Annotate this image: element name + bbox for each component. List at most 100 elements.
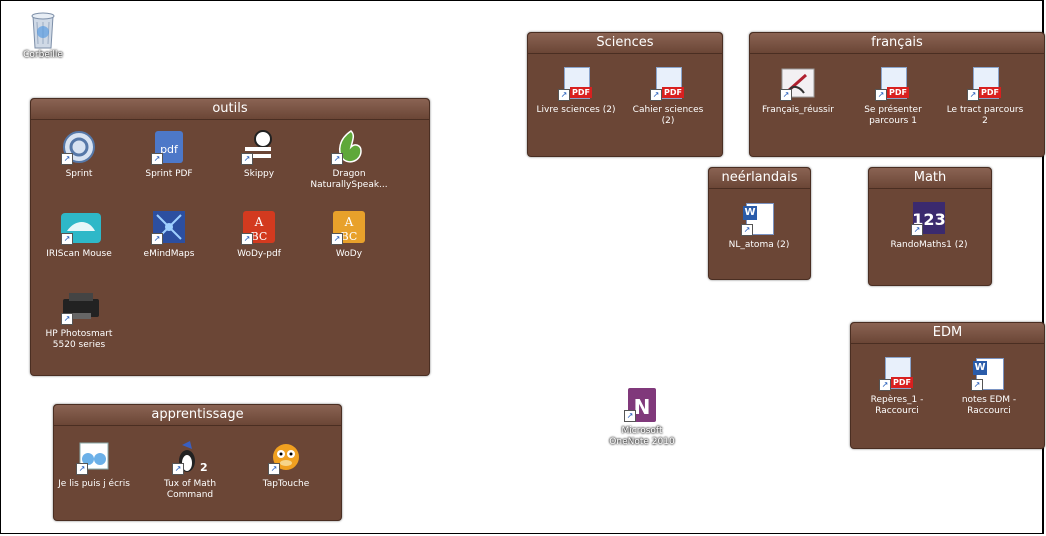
recycle-bin-label: Corbeille [23,50,63,60]
shortcut-label: Sprint PDF [145,169,193,179]
shortcut-cahier-sciences[interactable]: PDF ↗ Cahier sciences (2) [628,65,708,127]
fence-title-edm: EDM [851,323,1044,344]
shortcut-label: Tux of Math Command [163,479,217,500]
shortcut-sprint-pdf[interactable]: pdf ↗ Sprint PDF [129,129,209,180]
wody-pdf-icon: A BC ↗ [241,209,277,245]
shortcut-label: NL_atoma (2) [728,240,790,250]
shortcut-label: Sprint [65,169,93,179]
shortcut-livre-sciences[interactable]: PDF ↗ Livre sciences (2) [536,65,616,116]
shortcut-arrow-icon: ↗ [61,153,73,165]
shortcut-le-tract[interactable]: PDF ↗ Le tract parcours 2 [945,65,1025,127]
fence-title-francais: français [750,33,1044,54]
shortcut-randomaths[interactable]: 123 ↗ RandoMaths1 (2) [889,200,969,251]
shortcut-se-presenter[interactable]: PDF ↗ Se présenter parcours 1 [853,65,933,127]
shortcut-iriscan-mouse[interactable]: ↗ IRIScan Mouse [39,209,119,260]
shortcut-sprint[interactable]: ↗ Sprint [39,129,119,180]
shortcut-wody[interactable]: A BC ↗ WoDy [309,209,389,260]
emindmaps-icon: ↗ [151,209,187,245]
fence-sciences: Sciences PDF ↗ Livre sciences (2) PDF ↗ … [527,32,723,157]
pdf-file-icon: PDF ↗ [879,355,915,391]
shortcut-label: Cahier sciences (2) [632,105,704,126]
shortcut-arrow-icon: ↗ [911,224,923,236]
shortcut-emindmaps[interactable]: ↗ eMindMaps [129,209,209,260]
shortcut-francais-reussir[interactable]: ↗ Français_réussir [758,65,838,116]
numbers-123-icon: 123 ↗ [911,200,947,236]
shortcut-label: Repères_1 - Raccourci [870,395,924,416]
shortcut-label: Livre sciences (2) [536,105,616,115]
shortcut-arrow-icon: ↗ [241,153,253,165]
shortcut-arrow-icon: ↗ [268,463,280,475]
shortcut-arrow-icon: ↗ [558,89,570,101]
fence-apprentissage: apprentissage ↗ Je lis puis j écris 2 ↗ … [53,404,342,521]
shortcut-tux-math[interactable]: 2 ↗ Tux of Math Command [150,439,230,501]
shortcut-arrow-icon: ↗ [780,89,792,101]
fence-title-neerlandais: neérlandais [709,168,810,189]
fence-francais: français ↗ Français_réussir PDF ↗ Se pré… [749,32,1045,157]
shortcut-arrow-icon: ↗ [650,89,662,101]
fence-title-apprentissage: apprentissage [54,405,341,426]
shortcut-label: WoDy [335,249,363,259]
shortcut-reperes[interactable]: PDF ↗ Repères_1 - Raccourci [857,355,937,417]
fence-title-math: Math [869,168,991,189]
sprint-icon: ↗ [61,129,97,165]
shortcut-label: Dragon NaturallySpeak... [310,169,388,190]
shortcut-label: Je lis puis j écris [58,479,130,489]
shortcut-wody-pdf[interactable]: A BC ↗ WoDy-pdf [219,209,299,260]
wody-icon: A BC ↗ [331,209,367,245]
shortcut-arrow-icon: ↗ [331,153,343,165]
fence-neerlandais: neérlandais W ↗ NL_atoma (2) [708,167,811,280]
svg-text:BC: BC [341,230,358,243]
shortcut-taptouche[interactable]: ↗ TapTouche [246,439,326,490]
pdf-file-icon: PDF ↗ [650,65,686,101]
shortcut-dragon[interactable]: ↗ Dragon NaturallySpeak... [309,129,389,191]
recycle-bin-icon [25,10,61,49]
word-file-icon: W ↗ [741,200,777,236]
word-file-icon: W ↗ [971,355,1007,391]
iriscan-mouse-icon: ↗ [61,209,101,245]
shortcut-arrow-icon: ↗ [172,463,184,475]
shortcut-label: Le tract parcours 2 [946,105,1024,126]
shortcut-label: TapTouche [262,479,310,489]
pdf-file-icon: PDF ↗ [875,65,911,101]
shortcut-arrow-icon: ↗ [151,153,163,165]
shortcut-arrow-icon: ↗ [624,410,636,422]
shortcut-label: HP Photosmart 5520 series [45,329,113,350]
svg-text:A: A [254,215,264,229]
reading-glasses-icon: ↗ [76,439,112,475]
shortcut-label: Français_réussir [762,105,834,115]
shortcut-arrow-icon: ↗ [331,233,343,245]
fence-title-outils: outils [31,99,429,120]
shortcut-label: WoDy-pdf [237,249,281,259]
shortcut-arrow-icon: ↗ [241,233,253,245]
shortcut-arrow-icon: ↗ [967,89,979,101]
shortcut-label: eMindMaps [143,249,195,259]
onenote-shortcut[interactable]: N ↗ Microsoft OneNote 2010 [602,386,682,448]
garfield-icon: ↗ [268,439,304,475]
shortcut-arrow-icon: ↗ [741,224,753,236]
shortcut-arrow-icon: ↗ [151,233,163,245]
fence-title-sciences: Sciences [528,33,722,54]
svg-text:2: 2 [200,461,208,474]
fence-math: Math 123 ↗ RandoMaths1 (2) [868,167,992,286]
shortcut-label: notes EDM - Raccourci [961,395,1017,416]
sprint-pdf-icon: pdf ↗ [151,129,187,165]
shortcut-arrow-icon: ↗ [971,379,983,391]
writing-hand-icon: ↗ [780,65,816,101]
printer-icon: ↗ [61,289,99,325]
shortcut-skippy[interactable]: ↗ Skippy [219,129,299,180]
shortcut-label: RandoMaths1 (2) [890,240,968,250]
shortcut-label: Skippy [243,169,275,179]
pdf-file-icon: PDF ↗ [558,65,594,101]
shortcut-je-lis[interactable]: ↗ Je lis puis j écris [54,439,134,490]
shortcut-notes-edm[interactable]: W ↗ notes EDM - Raccourci [949,355,1029,417]
shortcut-nl-atoma[interactable]: W ↗ NL_atoma (2) [719,200,799,251]
shortcut-arrow-icon: ↗ [76,463,88,475]
fence-edm: EDM PDF ↗ Repères_1 - Raccourci W ↗ note… [850,322,1045,449]
fence-outils: outils ↗ Sprint pdf ↗ Sprint PDF ↗ Skipp… [30,98,430,376]
shortcut-hp-photosmart[interactable]: ↗ HP Photosmart 5520 series [39,289,119,351]
recycle-bin-shortcut[interactable]: Corbeille [3,10,83,61]
onenote-icon: N ↗ [624,386,660,422]
shortcut-arrow-icon: ↗ [61,313,73,325]
svg-text:N: N [634,395,651,419]
svg-text:A: A [344,215,354,229]
